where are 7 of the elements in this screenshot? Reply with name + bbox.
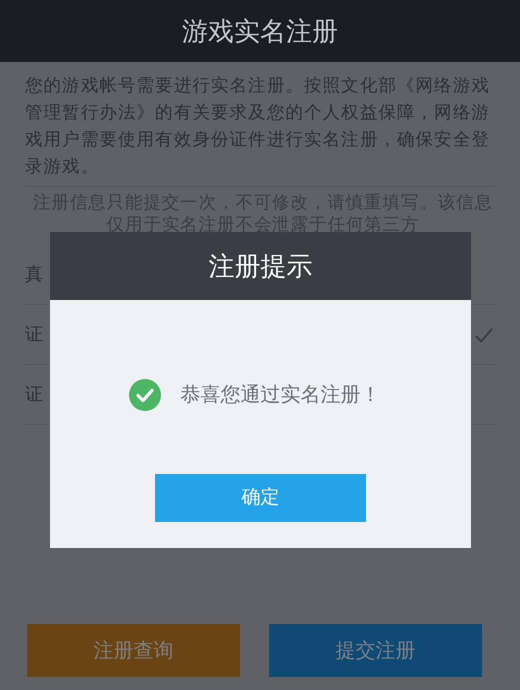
page-title: 游戏实名注册	[182, 14, 338, 48]
check-circle-icon	[128, 379, 160, 411]
submit-button[interactable]: 提交注册	[269, 624, 482, 677]
success-message: 恭喜您通过实名注册！	[180, 383, 380, 408]
dialog-title: 注册提示	[208, 250, 312, 282]
confirm-button[interactable]: 确定	[155, 474, 366, 522]
query-button[interactable]: 注册查询	[27, 624, 240, 677]
